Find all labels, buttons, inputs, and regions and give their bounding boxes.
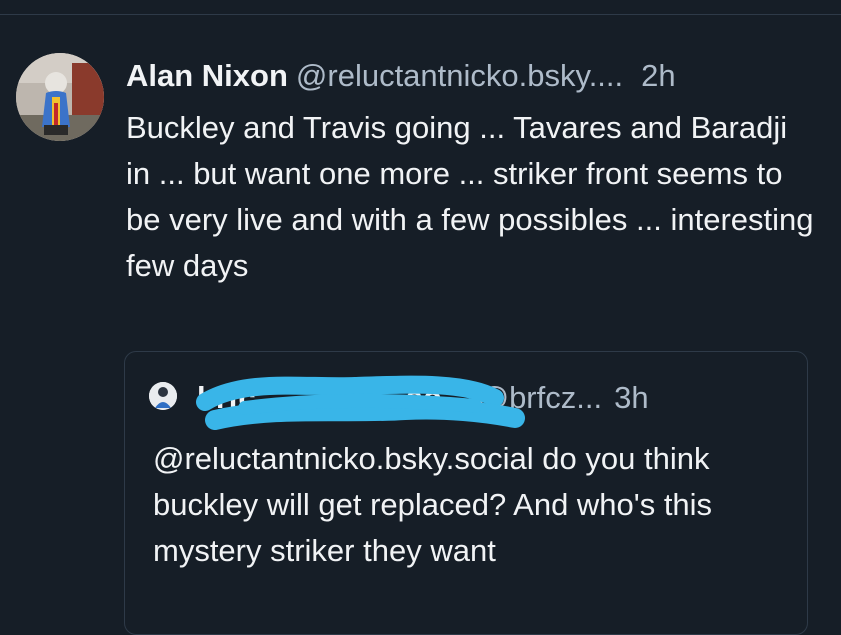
quote-author-name-suffix[interactable]: so... [406, 380, 468, 415]
quote-author-name[interactable]: brfc [197, 380, 256, 415]
quote-text: @reluctantnicko.bsky.social do you think… [153, 441, 713, 568]
author-handle[interactable]: @reluctantnicko.bsky.... [296, 58, 623, 93]
post-header: Alan Nixon @reluctantnicko.bsky.... 2h [126, 56, 676, 96]
quote-timestamp[interactable]: 3h [614, 380, 648, 415]
quote-header: brfc so... @brfcz... 3h [197, 378, 649, 418]
post-card[interactable]: Alan Nixon @reluctantnicko.bsky.... 2h Buc… [0, 15, 841, 635]
author-name[interactable]: Alan Nixon [126, 58, 288, 93]
post-timestamp[interactable]: 2h [641, 58, 675, 93]
author-avatar[interactable] [16, 53, 104, 141]
quote-author-avatar[interactable] [149, 382, 177, 410]
quote-avatar-photo [149, 382, 177, 410]
quoted-post[interactable]: brfc so... @brfcz... 3h @reluctantnicko.bsk… [124, 351, 808, 635]
quote-author-handle[interactable]: @brfcz... [478, 380, 602, 415]
post-text: Buckley and Travis going ... Tavares and… [126, 110, 814, 283]
avatar-photo [16, 53, 104, 141]
